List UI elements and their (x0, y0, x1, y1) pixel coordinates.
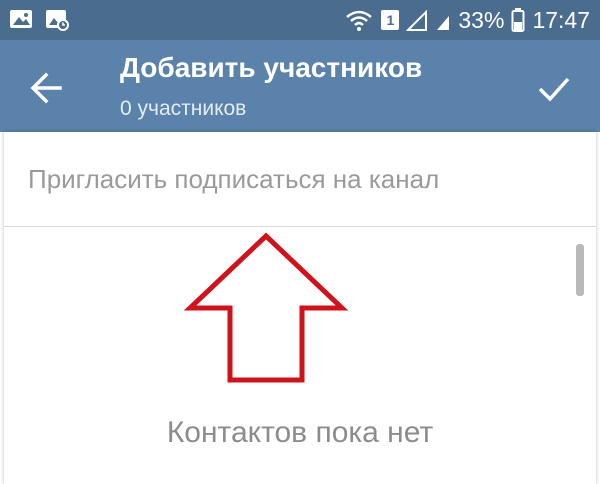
gallery-icon (10, 10, 32, 28)
contacts-panel: Контактов пока нет (4, 132, 596, 484)
back-button[interactable] (20, 62, 72, 114)
invite-search-input[interactable] (4, 132, 596, 227)
scrollbar[interactable] (576, 244, 584, 296)
arrow-left-icon (30, 72, 62, 104)
member-count: 0 участников (120, 97, 247, 120)
page-title: Добавить участников (120, 52, 423, 83)
sim-icon: 1 (381, 10, 400, 30)
battery-percent: 33% (458, 7, 505, 33)
signal-icon-secondary (437, 16, 450, 30)
empty-state-message: Контактов пока нет (166, 416, 434, 449)
checkmark-icon (538, 77, 570, 102)
battery-icon (511, 8, 525, 32)
status-bar-system: 1 33% 17:47 (344, 5, 590, 35)
app-bar: Добавить участников 0 участников (0, 40, 600, 132)
status-bar: 1 33% 17:47 (0, 0, 600, 40)
wifi-icon (346, 10, 373, 31)
arrow-up-icon (183, 232, 349, 383)
signal-icon (406, 9, 428, 31)
clock: 17:47 (532, 7, 590, 33)
status-bar-notifications (8, 7, 70, 31)
screenshot-icon (46, 10, 69, 31)
confirm-button[interactable] (528, 62, 580, 114)
